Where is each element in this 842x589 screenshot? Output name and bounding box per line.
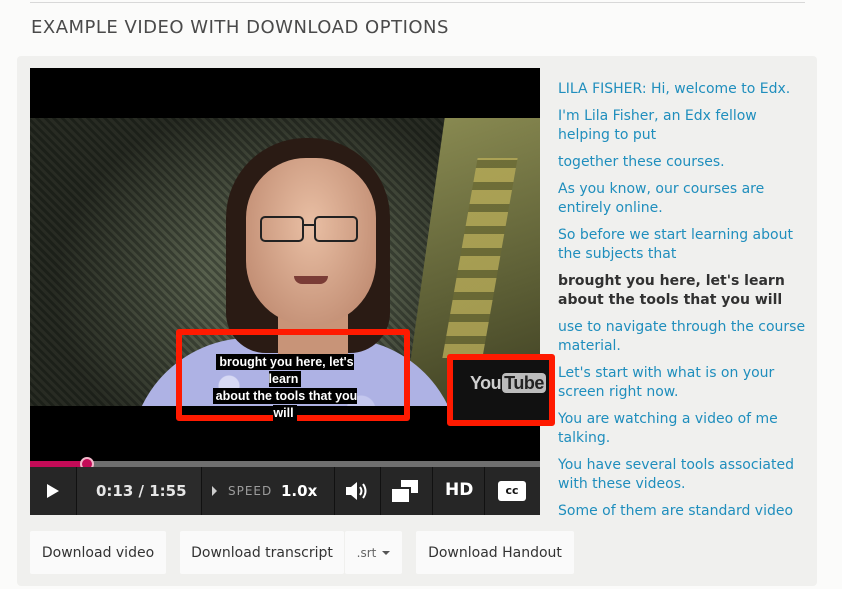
section-title: EXAMPLE VIDEO WITH DOWNLOAD OPTIONS <box>31 17 449 38</box>
play-button[interactable] <box>30 467 77 515</box>
transcript-line[interactable]: LILA FISHER: Hi, welcome to Edx. <box>558 80 808 99</box>
transcript-format-dropdown[interactable]: .srt <box>345 531 402 574</box>
video-controls: 0:13 / 1:55 SPEED 1.0x HD cc <box>30 467 540 515</box>
video-player[interactable] <box>30 68 540 515</box>
transcript-panel[interactable]: LILA FISHER: Hi, welcome to Edx. I'm Lila… <box>558 80 808 515</box>
captions-button[interactable]: cc <box>485 467 540 515</box>
youtube-logo: You Tube <box>470 373 546 394</box>
fullscreen-button[interactable] <box>381 467 433 515</box>
format-label: .srt <box>356 545 377 560</box>
top-divider <box>30 2 805 3</box>
transcript-line[interactable]: You are watching a video of me talking. <box>558 410 808 448</box>
speed-arrow-icon <box>212 486 217 496</box>
transcript-line[interactable]: So before we start learning about the su… <box>558 226 808 264</box>
speaker-face <box>246 158 376 326</box>
transcript-line[interactable]: You have several tools associated with t… <box>558 456 808 494</box>
youtube-logo-you: You <box>470 373 502 393</box>
speed-value: 1.0x <box>281 482 318 500</box>
volume-button[interactable] <box>335 467 381 515</box>
volume-icon <box>346 482 367 500</box>
speaker-glasses <box>260 216 360 242</box>
transcript-line[interactable]: I'm Lila Fisher, an Edx fellow helping t… <box>558 107 808 145</box>
caption-line-1: brought you here, let's learn <box>216 354 354 387</box>
time-display: 0:13 / 1:55 <box>77 467 202 515</box>
play-icon <box>47 484 59 498</box>
time-text: 0:13 / 1:55 <box>96 482 187 500</box>
transcript-line[interactable]: As you know, our courses are entirely on… <box>558 180 808 218</box>
transcript-line[interactable]: Some of them are standard video <box>558 502 808 515</box>
speaker-mouth <box>294 276 328 284</box>
transcript-line[interactable]: use to navigate through the course mater… <box>558 318 808 356</box>
transcript-line[interactable]: brought you here, let's learn about the … <box>558 272 808 310</box>
hd-label: HD <box>445 480 474 500</box>
download-transcript-button[interactable]: Download transcript <box>180 531 344 574</box>
transcript-line[interactable]: Let's start with what is on your screen … <box>558 364 808 402</box>
caption-line-2: about the tools that you will <box>212 388 358 421</box>
youtube-logo-tube: Tube <box>502 373 546 393</box>
speed-label: SPEED <box>228 484 273 498</box>
download-handout-button[interactable]: Download Handout <box>416 531 574 574</box>
hd-button[interactable]: HD <box>433 467 485 515</box>
download-video-button[interactable]: Download video <box>30 531 166 574</box>
video-caption: brought you here, let's learn about the … <box>200 354 370 422</box>
cc-icon: cc <box>498 481 526 501</box>
chevron-down-icon <box>382 551 391 555</box>
transcript-line[interactable]: together these courses. <box>558 153 808 172</box>
speed-button[interactable]: SPEED 1.0x <box>202 467 335 515</box>
